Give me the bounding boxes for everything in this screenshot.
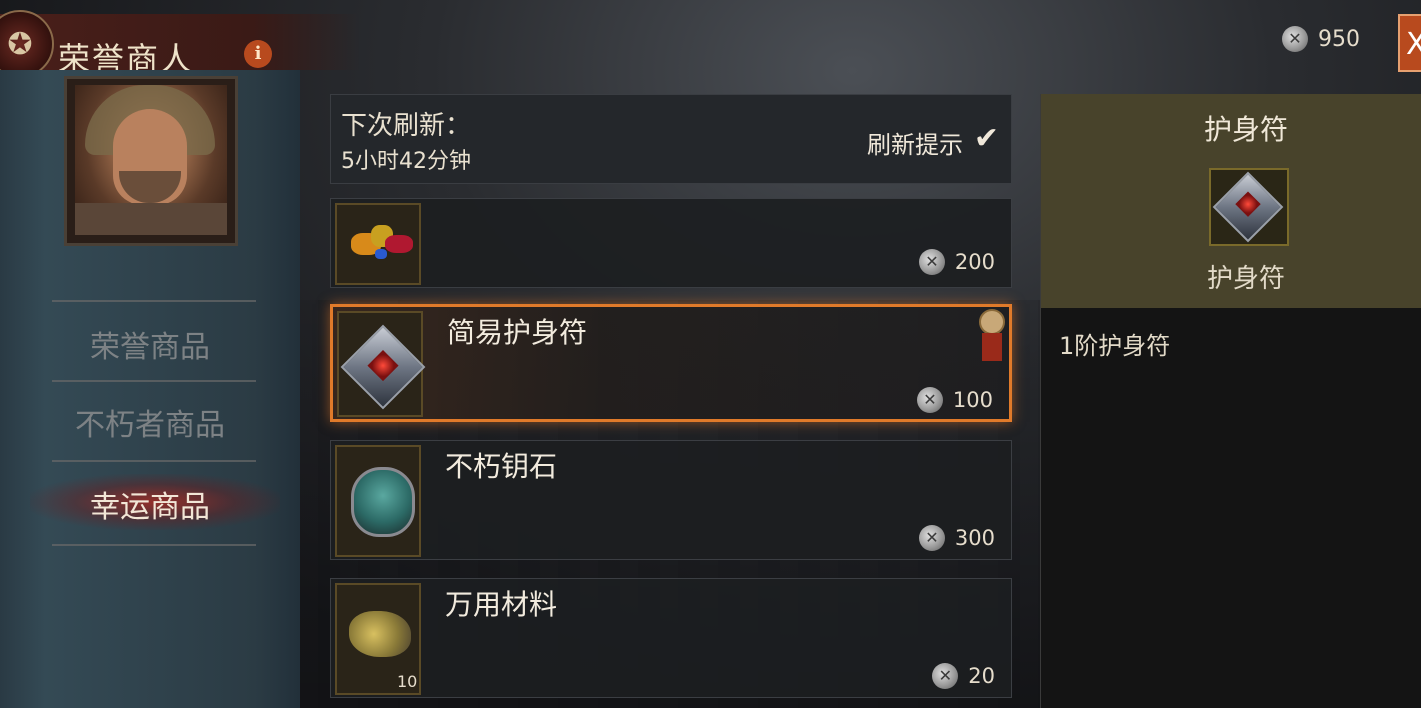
item-detail-panel: 护身符 护身符 1阶护身符 [1040,94,1421,708]
price-value: 20 [968,664,995,688]
material-icon [349,611,411,657]
avatar [75,85,227,235]
list-item[interactable]: 10 万用材料 ✕ 20 [330,578,1012,698]
item-icon-box: 10 [335,583,421,695]
item-icon-box [335,445,421,557]
nav-item-lucky-goods[interactable]: 幸运商品 [0,482,300,526]
item-icon-box [337,311,426,417]
item-name: 万用材料 [445,588,558,621]
refresh-tip-label[interactable]: 刷新提示 [867,125,963,160]
refresh-label: 下次刷新： [341,111,472,141]
honor-coin-icon: ✕ [932,663,959,689]
honor-coin-icon: ✕ [918,249,945,275]
honor-coin-icon: ✕ [1282,26,1308,52]
divider [52,544,256,546]
honor-badge-icon [979,309,1005,361]
title-bar: 荣誉商人 i [0,14,360,78]
nav-item-immortal-goods[interactable]: 不朽者商品 [0,400,300,444]
currency-amount: 950 [1318,26,1360,52]
item-name: 简易护身符 [447,316,588,349]
amulet-icon [1212,171,1284,243]
item-price: ✕ 20 [932,663,995,689]
detail-category: 护身符 [1203,113,1288,146]
detail-description: 1阶护身符 [1059,332,1171,360]
amulet-icon [340,324,426,410]
price-value: 200 [954,250,995,274]
list-item[interactable]: ✕ 200 [330,198,1012,288]
list-item[interactable]: 不朽钥石 ✕ 300 [330,440,1012,560]
refresh-countdown: 5小时42分钟 [341,149,471,174]
divider [52,380,256,382]
detail-item-name: 护身符 [1206,264,1285,294]
currency-display: ✕ 950 [1282,26,1360,52]
honor-coin-icon: ✕ [916,387,943,413]
divider [52,460,256,462]
price-value: 100 [952,388,993,412]
detail-icon-box [1209,168,1289,246]
item-name: 不朽钥石 [445,450,558,483]
detail-header: 护身符 护身符 [1041,94,1421,308]
divider [52,300,256,302]
item-price: ✕ 200 [918,249,995,275]
item-price: ✕ 300 [918,525,995,551]
mask-key-icon [351,467,415,537]
gems-icon [345,219,415,263]
price-value: 300 [954,526,995,550]
item-price: ✕ 100 [916,387,993,413]
honor-coin-icon: ✕ [918,525,945,551]
item-icon-box [335,203,421,285]
nav-item-honor-goods[interactable]: 荣誉商品 [0,322,300,366]
item-quantity: 10 [397,672,418,691]
merchant-portrait [64,76,238,246]
refresh-bar: 下次刷新： 5小时42分钟 刷新提示 ✔ [330,94,1012,184]
info-icon[interactable]: i [244,40,272,68]
close-button[interactable]: X [1398,14,1421,72]
checkmark-icon[interactable]: ✔ [974,121,999,156]
list-item-selected[interactable]: 简易护身符 ✕ 100 [330,304,1012,422]
